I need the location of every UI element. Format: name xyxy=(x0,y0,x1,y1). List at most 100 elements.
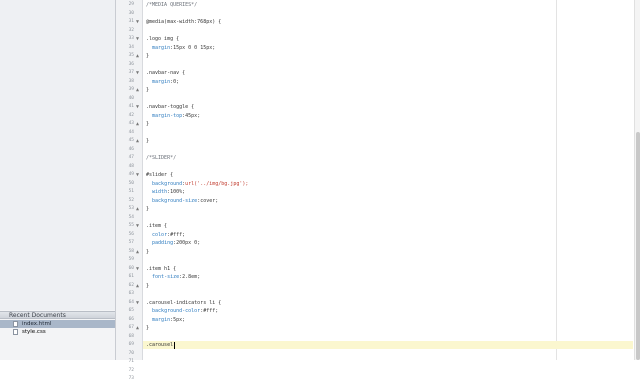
page-guide-line xyxy=(556,0,557,360)
line-number: 65 xyxy=(128,308,134,313)
code-line[interactable]: margin-top:45px; xyxy=(146,112,200,121)
code-line[interactable]: } xyxy=(146,137,149,146)
line-number: 68 xyxy=(128,333,134,339)
code-line[interactable]: #slider { xyxy=(146,171,173,180)
document-item-index-html[interactable]: index.html xyxy=(0,320,115,328)
code-line[interactable]: } xyxy=(146,282,149,291)
code-line[interactable]: } xyxy=(146,324,149,333)
line-number: 51 xyxy=(128,189,134,194)
line-number: 53 xyxy=(128,206,134,211)
file-icon xyxy=(13,329,18,335)
line-number: 38 xyxy=(128,78,134,84)
code-line[interactable]: } xyxy=(146,248,149,257)
line-number: 67 xyxy=(128,325,134,330)
fold-open-icon[interactable]: ▼ xyxy=(136,18,139,27)
line-number: 57 xyxy=(128,240,134,245)
code-line[interactable]: background-color:#fff; xyxy=(146,307,218,316)
fold-open-icon[interactable]: ▼ xyxy=(136,222,139,231)
sidebar: Recent Documents index.html style.css xyxy=(0,0,116,360)
fold-close-icon[interactable]: ▲ xyxy=(136,52,139,61)
line-number: 56 xyxy=(128,231,134,237)
code-line[interactable]: background-size:cover; xyxy=(146,197,218,206)
fold-close-icon[interactable]: ▲ xyxy=(136,324,139,333)
fold-close-icon[interactable]: ▲ xyxy=(136,137,139,146)
line-number: 72 xyxy=(128,367,134,373)
code-line[interactable]: /*SLIDER*/ xyxy=(146,154,176,163)
code-line[interactable]: } xyxy=(146,86,149,95)
line-number: 30 xyxy=(128,10,134,16)
line-number: 64 xyxy=(128,299,134,305)
code-line[interactable]: margin:5px; xyxy=(146,316,185,325)
fold-open-icon[interactable]: ▼ xyxy=(136,299,139,308)
line-number: 43 xyxy=(128,121,134,126)
line-number: 61 xyxy=(128,274,134,279)
code-line[interactable]: font-size:2.8em; xyxy=(146,273,200,282)
text-caret xyxy=(174,341,176,349)
line-number: 42 xyxy=(128,112,134,118)
code-line[interactable]: .item { xyxy=(146,222,167,231)
line-number: 54 xyxy=(128,214,134,220)
line-number: 34 xyxy=(128,44,134,50)
line-number: 37 xyxy=(128,70,134,75)
fold-open-icon[interactable]: ▼ xyxy=(136,171,139,180)
current-line-highlight xyxy=(143,341,633,349)
fold-open-icon[interactable]: ▼ xyxy=(136,35,139,44)
line-number: 58 xyxy=(128,248,134,254)
fold-close-icon[interactable]: ▲ xyxy=(136,248,139,257)
line-number: 49 xyxy=(128,172,134,177)
line-number: 33 xyxy=(128,36,134,41)
line-number: 62 xyxy=(128,282,134,288)
fold-close-icon[interactable]: ▲ xyxy=(136,86,139,95)
line-number: 29 xyxy=(128,2,134,7)
line-number: 45 xyxy=(128,138,134,143)
document-item-style-css[interactable]: style.css xyxy=(0,328,115,336)
line-number: 55 xyxy=(128,223,134,228)
code-line[interactable]: .navbar-nav { xyxy=(146,69,185,78)
vertical-scrollbar[interactable] xyxy=(634,0,640,360)
scrollbar-thumb[interactable] xyxy=(636,132,640,360)
code-line[interactable]: color:#fff; xyxy=(146,231,185,240)
line-number: 50 xyxy=(128,180,134,186)
fold-open-icon[interactable]: ▼ xyxy=(136,265,139,274)
code-line[interactable]: padding:200px 0; xyxy=(146,239,200,248)
code-line[interactable]: .logo img { xyxy=(146,35,179,44)
fold-close-icon[interactable]: ▲ xyxy=(136,282,139,291)
fold-open-icon[interactable]: ▼ xyxy=(136,69,139,78)
code-line[interactable]: width:100%; xyxy=(146,188,185,197)
fold-close-icon[interactable]: ▲ xyxy=(136,205,139,214)
code-line[interactable]: /*MEDIA QUERIES*/ xyxy=(146,1,197,10)
line-number: 44 xyxy=(128,129,134,135)
line-number: 69 xyxy=(128,342,134,347)
document-name: index.html xyxy=(22,321,52,327)
line-number: 59 xyxy=(128,257,134,262)
fold-open-icon[interactable]: ▼ xyxy=(136,103,139,112)
line-number: 71 xyxy=(128,359,134,364)
line-number: 46 xyxy=(128,146,134,152)
sidebar-blank-area xyxy=(0,0,115,310)
code-line[interactable]: .item h1 { xyxy=(146,265,176,274)
line-number: 32 xyxy=(128,27,134,33)
line-number: 73 xyxy=(128,376,134,381)
code-line[interactable]: .carousel-indicators li { xyxy=(146,299,221,308)
code-line[interactable]: .carousel xyxy=(146,341,173,350)
file-icon xyxy=(13,321,18,327)
recent-documents-header[interactable]: Recent Documents xyxy=(0,311,115,319)
line-number: 63 xyxy=(128,291,134,296)
code-line[interactable]: } xyxy=(146,120,149,129)
line-number: 36 xyxy=(128,61,134,67)
line-number: 40 xyxy=(128,95,134,101)
code-line[interactable]: margin:15px 0 0 15px; xyxy=(146,44,215,53)
code-editor[interactable]: 29/*MEDIA QUERIES*/30 31 ▼ @media(max-width… xyxy=(116,0,633,381)
code-line[interactable]: margin:0; xyxy=(146,78,179,87)
code-line[interactable]: background:url('../img/bg.jpg'); xyxy=(146,180,248,189)
line-number: 70 xyxy=(128,350,134,356)
fold-close-icon[interactable]: ▲ xyxy=(136,120,139,129)
document-name: style.css xyxy=(22,329,46,335)
code-line[interactable]: } xyxy=(146,52,149,61)
line-number: 41 xyxy=(128,104,134,109)
code-line[interactable]: @media(max-width:768px) { xyxy=(146,18,221,27)
code-line[interactable]: } xyxy=(146,205,149,214)
line-number: 60 xyxy=(128,265,134,271)
line-number: 48 xyxy=(128,163,134,169)
code-line[interactable]: .navbar-toggle { xyxy=(146,103,194,112)
